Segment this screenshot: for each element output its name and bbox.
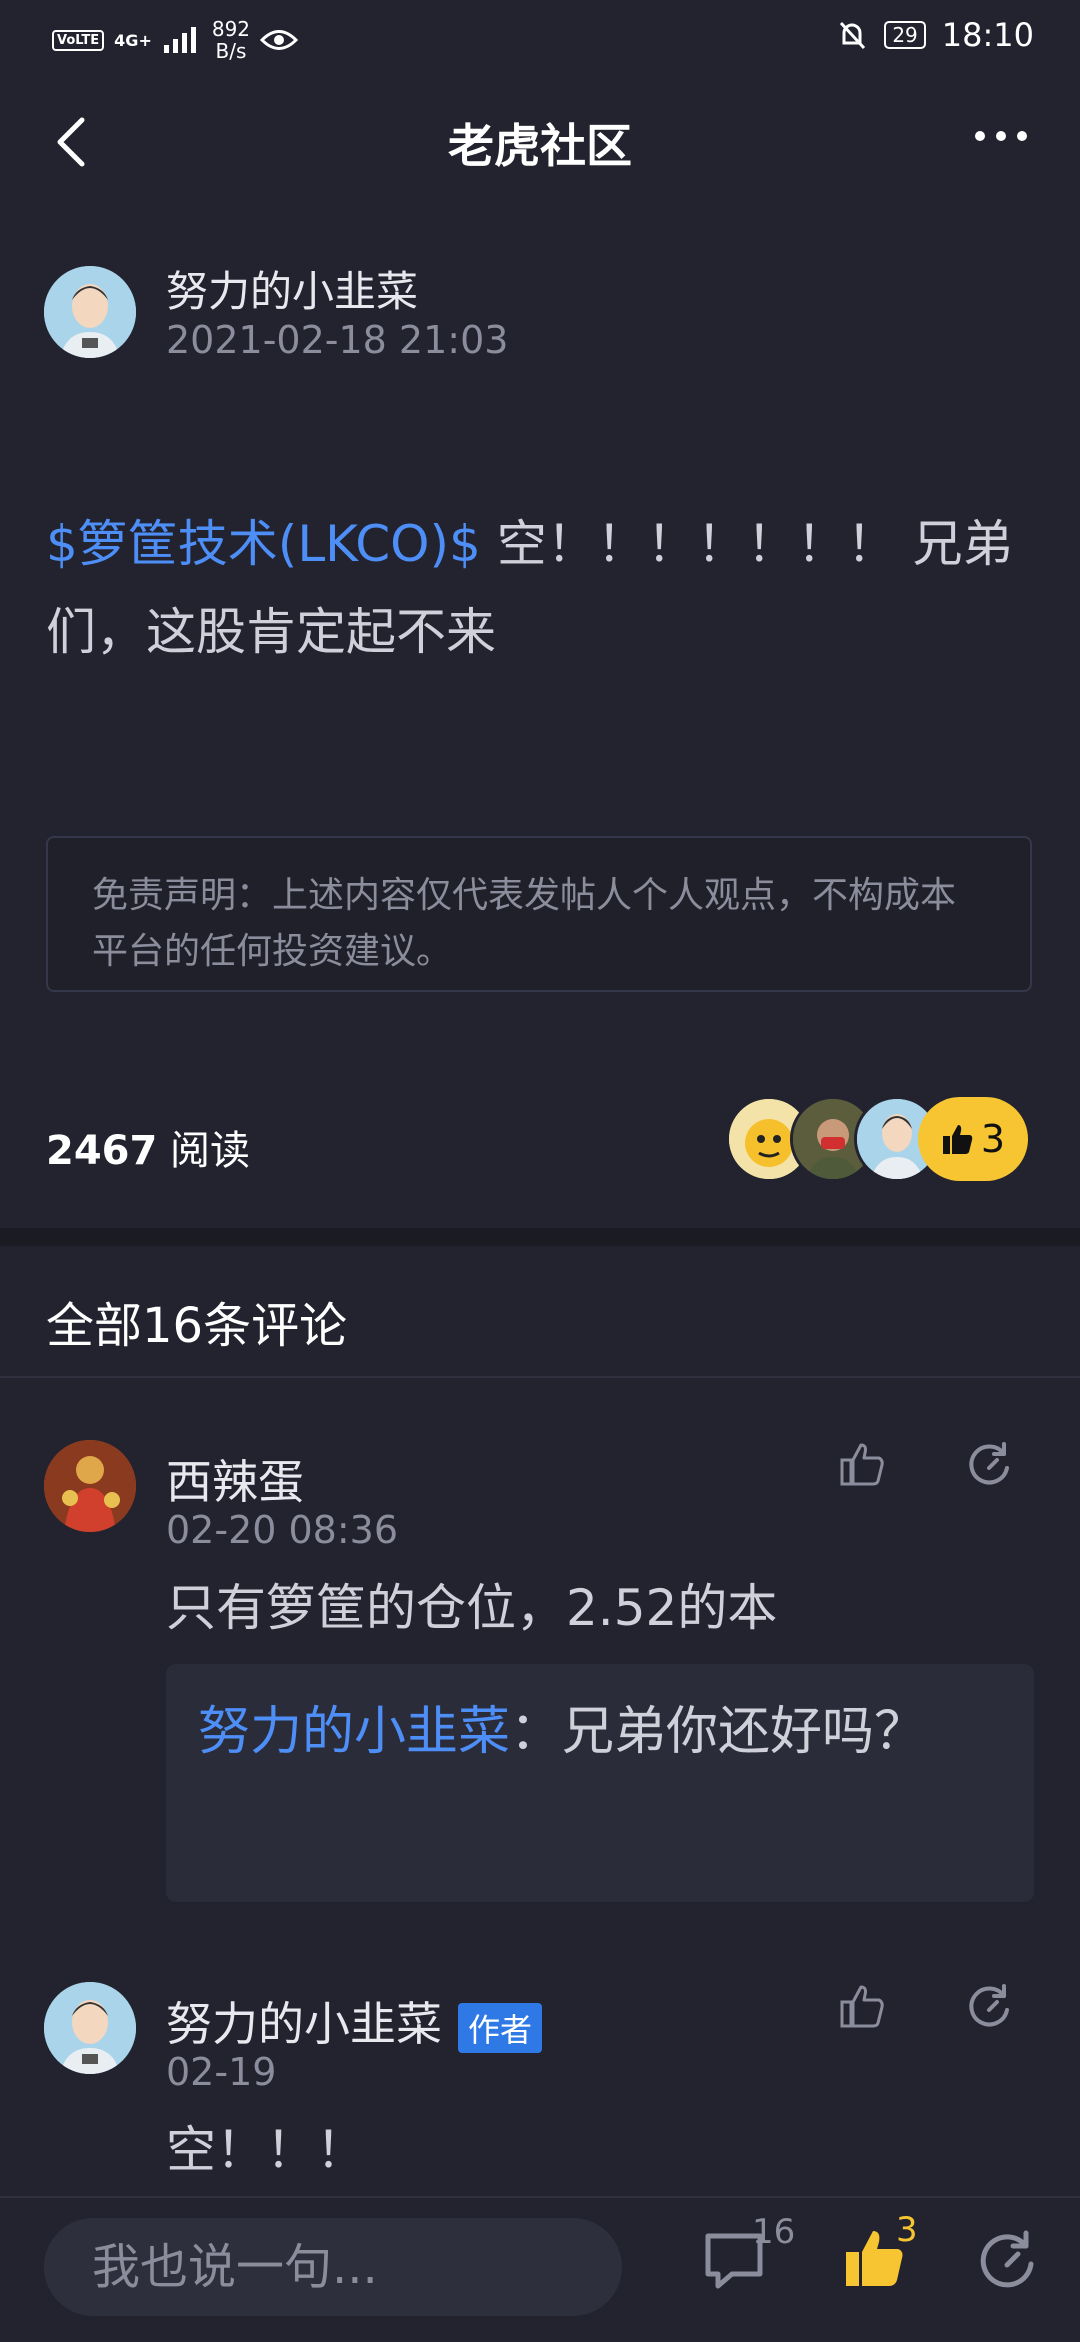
status-left: VoLTE 4G+ 892 B/s <box>52 18 299 62</box>
comment-avatar[interactable] <box>44 1440 136 1532</box>
status-bar: VoLTE 4G+ 892 B/s 29 18:10 <box>0 0 1080 72</box>
speed-value: 892 <box>211 17 251 41</box>
author-avatar[interactable] <box>44 266 136 358</box>
read-count-value: 2467 <box>46 1128 158 1174</box>
thumbs-up-icon <box>942 1125 973 1154</box>
page-title: 老虎社区 <box>448 119 632 173</box>
read-count-label: 阅读 <box>157 1128 251 1174</box>
thumbs-up-icon[interactable] <box>838 1982 888 2032</box>
like-button[interactable]: 3 <box>918 1097 1028 1181</box>
read-count: 2467 阅读 <box>46 1118 250 1176</box>
avatar-illustration <box>44 266 136 358</box>
like-count-badge: 3 <box>896 2210 918 2250</box>
author-name[interactable]: 努力的小韭菜 <box>166 258 418 319</box>
comments-divider <box>0 1376 1080 1378</box>
avatar-illustration <box>44 1982 136 2074</box>
share-button[interactable] <box>974 2228 1044 2298</box>
post-time: 2021-02-18 21:03 <box>166 318 509 362</box>
comment-input[interactable]: 我也说一句... <box>44 2218 622 2316</box>
comments-title: 全部16条评论 <box>46 1298 348 1354</box>
stock-link[interactable]: $箩筐技术(LKCO)$ <box>46 515 481 573</box>
comment-author[interactable]: 西辣蛋 <box>166 1446 304 1512</box>
comment-avatar[interactable] <box>44 1982 136 2074</box>
comment-text: 空！！！ <box>166 2121 366 2179</box>
network-speed: 892 B/s <box>212 18 250 62</box>
disclaimer-box: 免责声明：上述内容仅代表发帖人个人观点，不构成本平台的任何投资建议。 <box>46 836 1032 992</box>
section-divider <box>0 1228 1080 1246</box>
reply-icon <box>980 2230 1034 2288</box>
reply-icon[interactable] <box>964 1440 1014 1490</box>
comment-author: 努力的小韭菜 作者 <box>166 1988 543 2054</box>
comment-count-badge: 16 <box>752 2212 796 2252</box>
signal-icon <box>163 27 196 53</box>
comment-author-name[interactable]: 努力的小韭菜 <box>166 1997 442 2051</box>
reply-icon[interactable] <box>964 1982 1014 2032</box>
eye-icon <box>260 30 299 50</box>
clock: 18:10 <box>941 16 1034 54</box>
speed-unit: B/s <box>215 39 247 63</box>
reply-author[interactable]: 努力的小韭菜 <box>198 1702 510 1762</box>
bell-muted-icon <box>840 21 866 50</box>
comment-time: 02-20 08:36 <box>166 1508 399 1552</box>
status-right: 29 18:10 <box>836 16 1034 54</box>
volte-icon: VoLTE <box>52 29 105 51</box>
battery-indicator: 29 <box>884 21 926 49</box>
author-tag: 作者 <box>458 2002 543 2053</box>
like-count: 3 <box>980 1117 1006 1161</box>
likers-group[interactable]: 3 <box>726 1096 1028 1182</box>
post-body: $箩筐技术(LKCO)$ 空！！！！！！！ 兄弟们，这股肯定起不来 <box>46 500 1036 676</box>
more-icon[interactable] <box>974 126 1028 146</box>
network-type: 4G+ <box>114 30 152 50</box>
avatar-photo <box>44 1440 136 1532</box>
reply-text: ：兄弟你还好吗？ <box>510 1702 927 1762</box>
comment-time: 02-19 <box>166 2050 277 2094</box>
quoted-reply[interactable]: 努力的小韭菜：兄弟你还好吗？ <box>166 1664 1034 1902</box>
thumbs-up-icon[interactable] <box>838 1440 888 1490</box>
comment-text: 只有箩筐的仓位，2.52的本 <box>166 1579 778 1637</box>
